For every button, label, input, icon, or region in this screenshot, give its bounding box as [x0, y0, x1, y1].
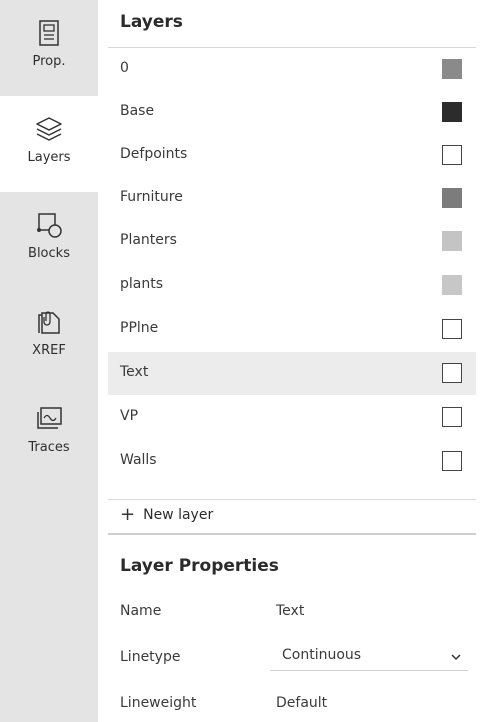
new-layer-label: New layer: [143, 507, 214, 523]
properties-icon: [34, 18, 64, 48]
divider: [108, 533, 476, 535]
rail-item-traces[interactable]: Traces: [0, 386, 98, 482]
layer-color-swatch[interactable]: [442, 102, 462, 122]
layer-name: Walls: [120, 452, 157, 468]
layer-name: Defpoints: [120, 146, 188, 162]
layer-color-swatch[interactable]: [442, 275, 462, 295]
plus-icon: +: [120, 504, 136, 525]
layer-color-swatch[interactable]: [442, 188, 462, 208]
layer-color-swatch[interactable]: [442, 451, 462, 471]
rail-item-label: Prop.: [32, 54, 66, 69]
layers-icon: [34, 114, 64, 144]
name-value: Text: [276, 603, 305, 619]
layer-row-text[interactable]: Text: [108, 352, 476, 395]
chevron-down-icon: [450, 648, 462, 661]
linetype-select[interactable]: Continuous: [270, 640, 468, 671]
layer-name: Text: [120, 364, 149, 380]
layer-color-swatch[interactable]: [442, 59, 462, 79]
layer-row-base[interactable]: Base: [108, 91, 476, 134]
layer-color-swatch[interactable]: [442, 363, 462, 383]
blocks-icon: [34, 210, 64, 240]
layer-row-walls[interactable]: Walls: [108, 440, 476, 483]
name-label: Name: [120, 603, 162, 619]
layers-panel: Layers 0 Base Defpoints Furniture Plante…: [98, 0, 489, 722]
rail-item-label: Layers: [27, 150, 71, 165]
linetype-value: Continuous: [282, 647, 362, 663]
layer-row-furniture[interactable]: Furniture: [108, 177, 476, 220]
rail-item-label: Traces: [28, 440, 70, 455]
rail-item-prop[interactable]: Prop.: [0, 0, 98, 96]
new-layer-button[interactable]: + New layer: [120, 506, 213, 524]
rail-item-layers[interactable]: Layers: [0, 96, 98, 192]
layer-row-vp[interactable]: VP: [108, 396, 476, 439]
layer-color-swatch[interactable]: [442, 145, 462, 165]
layer-properties-title: Layer Properties: [120, 556, 279, 576]
layer-row-0[interactable]: 0: [108, 48, 476, 91]
side-rail: Prop. Layers Blocks XREF Traces: [0, 0, 98, 722]
rail-item-label: XREF: [32, 343, 66, 358]
layer-name: Furniture: [120, 189, 183, 205]
rail-item-label: Blocks: [28, 246, 70, 261]
linetype-label: Linetype: [120, 649, 181, 665]
layer-color-swatch[interactable]: [442, 231, 462, 251]
panel-title: Layers: [120, 12, 183, 32]
layer-name: PPlne: [120, 320, 159, 336]
rail-item-xref[interactable]: XREF: [0, 289, 98, 385]
layer-color-swatch[interactable]: [442, 319, 462, 339]
rail-item-blocks[interactable]: Blocks: [0, 192, 98, 288]
divider: [108, 499, 476, 500]
lineweight-label: Lineweight: [120, 695, 197, 711]
traces-icon: [34, 404, 64, 434]
app-window: Prop. Layers Blocks XREF Traces Layers 0…: [0, 0, 489, 722]
layer-name: Planters: [120, 232, 177, 248]
layer-row-defpoints[interactable]: Defpoints: [108, 134, 476, 177]
layer-name: VP: [120, 408, 139, 424]
layer-name: 0: [120, 60, 129, 76]
xref-icon: [34, 307, 64, 337]
layer-row-plants[interactable]: plants: [108, 264, 476, 307]
lineweight-value: Default: [276, 695, 328, 711]
layer-name: plants: [120, 276, 164, 292]
layer-name: Base: [120, 103, 155, 119]
layer-row-pplne[interactable]: PPlne: [108, 308, 476, 351]
layer-color-swatch[interactable]: [442, 407, 462, 427]
layer-row-planters[interactable]: Planters: [108, 220, 476, 263]
